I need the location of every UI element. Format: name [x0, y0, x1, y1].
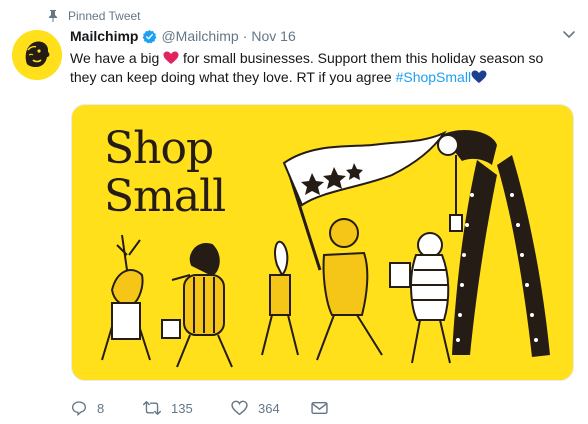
- walking-figures-illustration: [101, 218, 451, 368]
- pinned-tweet[interactable]: Pinned Tweet Mailchimp @Mailchimp · Nov …: [0, 0, 588, 424]
- shop-small-illustration: [101, 130, 550, 368]
- avatar[interactable]: [12, 30, 62, 80]
- like-count: 364: [258, 400, 280, 416]
- tweet-header: Mailchimp @Mailchimp · Nov 16: [70, 26, 296, 46]
- author-handle[interactable]: @Mailchimp: [161, 28, 238, 44]
- tweet-text-part1: We have a big: [70, 50, 164, 66]
- pinned-label-row: Pinned Tweet: [46, 8, 141, 24]
- like-button[interactable]: 364: [231, 400, 311, 416]
- blue-heart-emoji: [471, 70, 487, 84]
- heart-icon: [231, 400, 248, 416]
- direct-message-button[interactable]: [311, 401, 328, 415]
- tweet-actions: 8 135 364: [71, 398, 328, 418]
- retweet-button[interactable]: 135: [143, 400, 231, 416]
- reply-button[interactable]: 8: [71, 400, 143, 416]
- tweet-timestamp[interactable]: Nov 16: [251, 28, 295, 44]
- reply-icon: [71, 401, 87, 416]
- retweet-icon: [143, 401, 161, 415]
- envelope-icon: [311, 401, 328, 415]
- hashtag-link[interactable]: #ShopSmall: [396, 69, 472, 85]
- red-heart-emoji: [163, 51, 179, 65]
- reply-count: 8: [97, 400, 105, 416]
- pinned-tweet-label: Pinned Tweet: [68, 9, 141, 23]
- chevron-down-icon[interactable]: [562, 30, 576, 40]
- author-name[interactable]: Mailchimp: [70, 28, 138, 44]
- mailchimp-freddie-logo: [12, 30, 62, 80]
- tweet-media-image[interactable]: Shop Small: [71, 104, 574, 381]
- pin-icon: [49, 10, 57, 22]
- tall-figure-illustration: [437, 130, 550, 357]
- separator-dot: ·: [242, 28, 248, 44]
- retweet-count: 135: [171, 400, 193, 416]
- verified-badge-icon: [143, 29, 157, 43]
- tweet-text: We have a big for small businesses. Supp…: [70, 49, 570, 87]
